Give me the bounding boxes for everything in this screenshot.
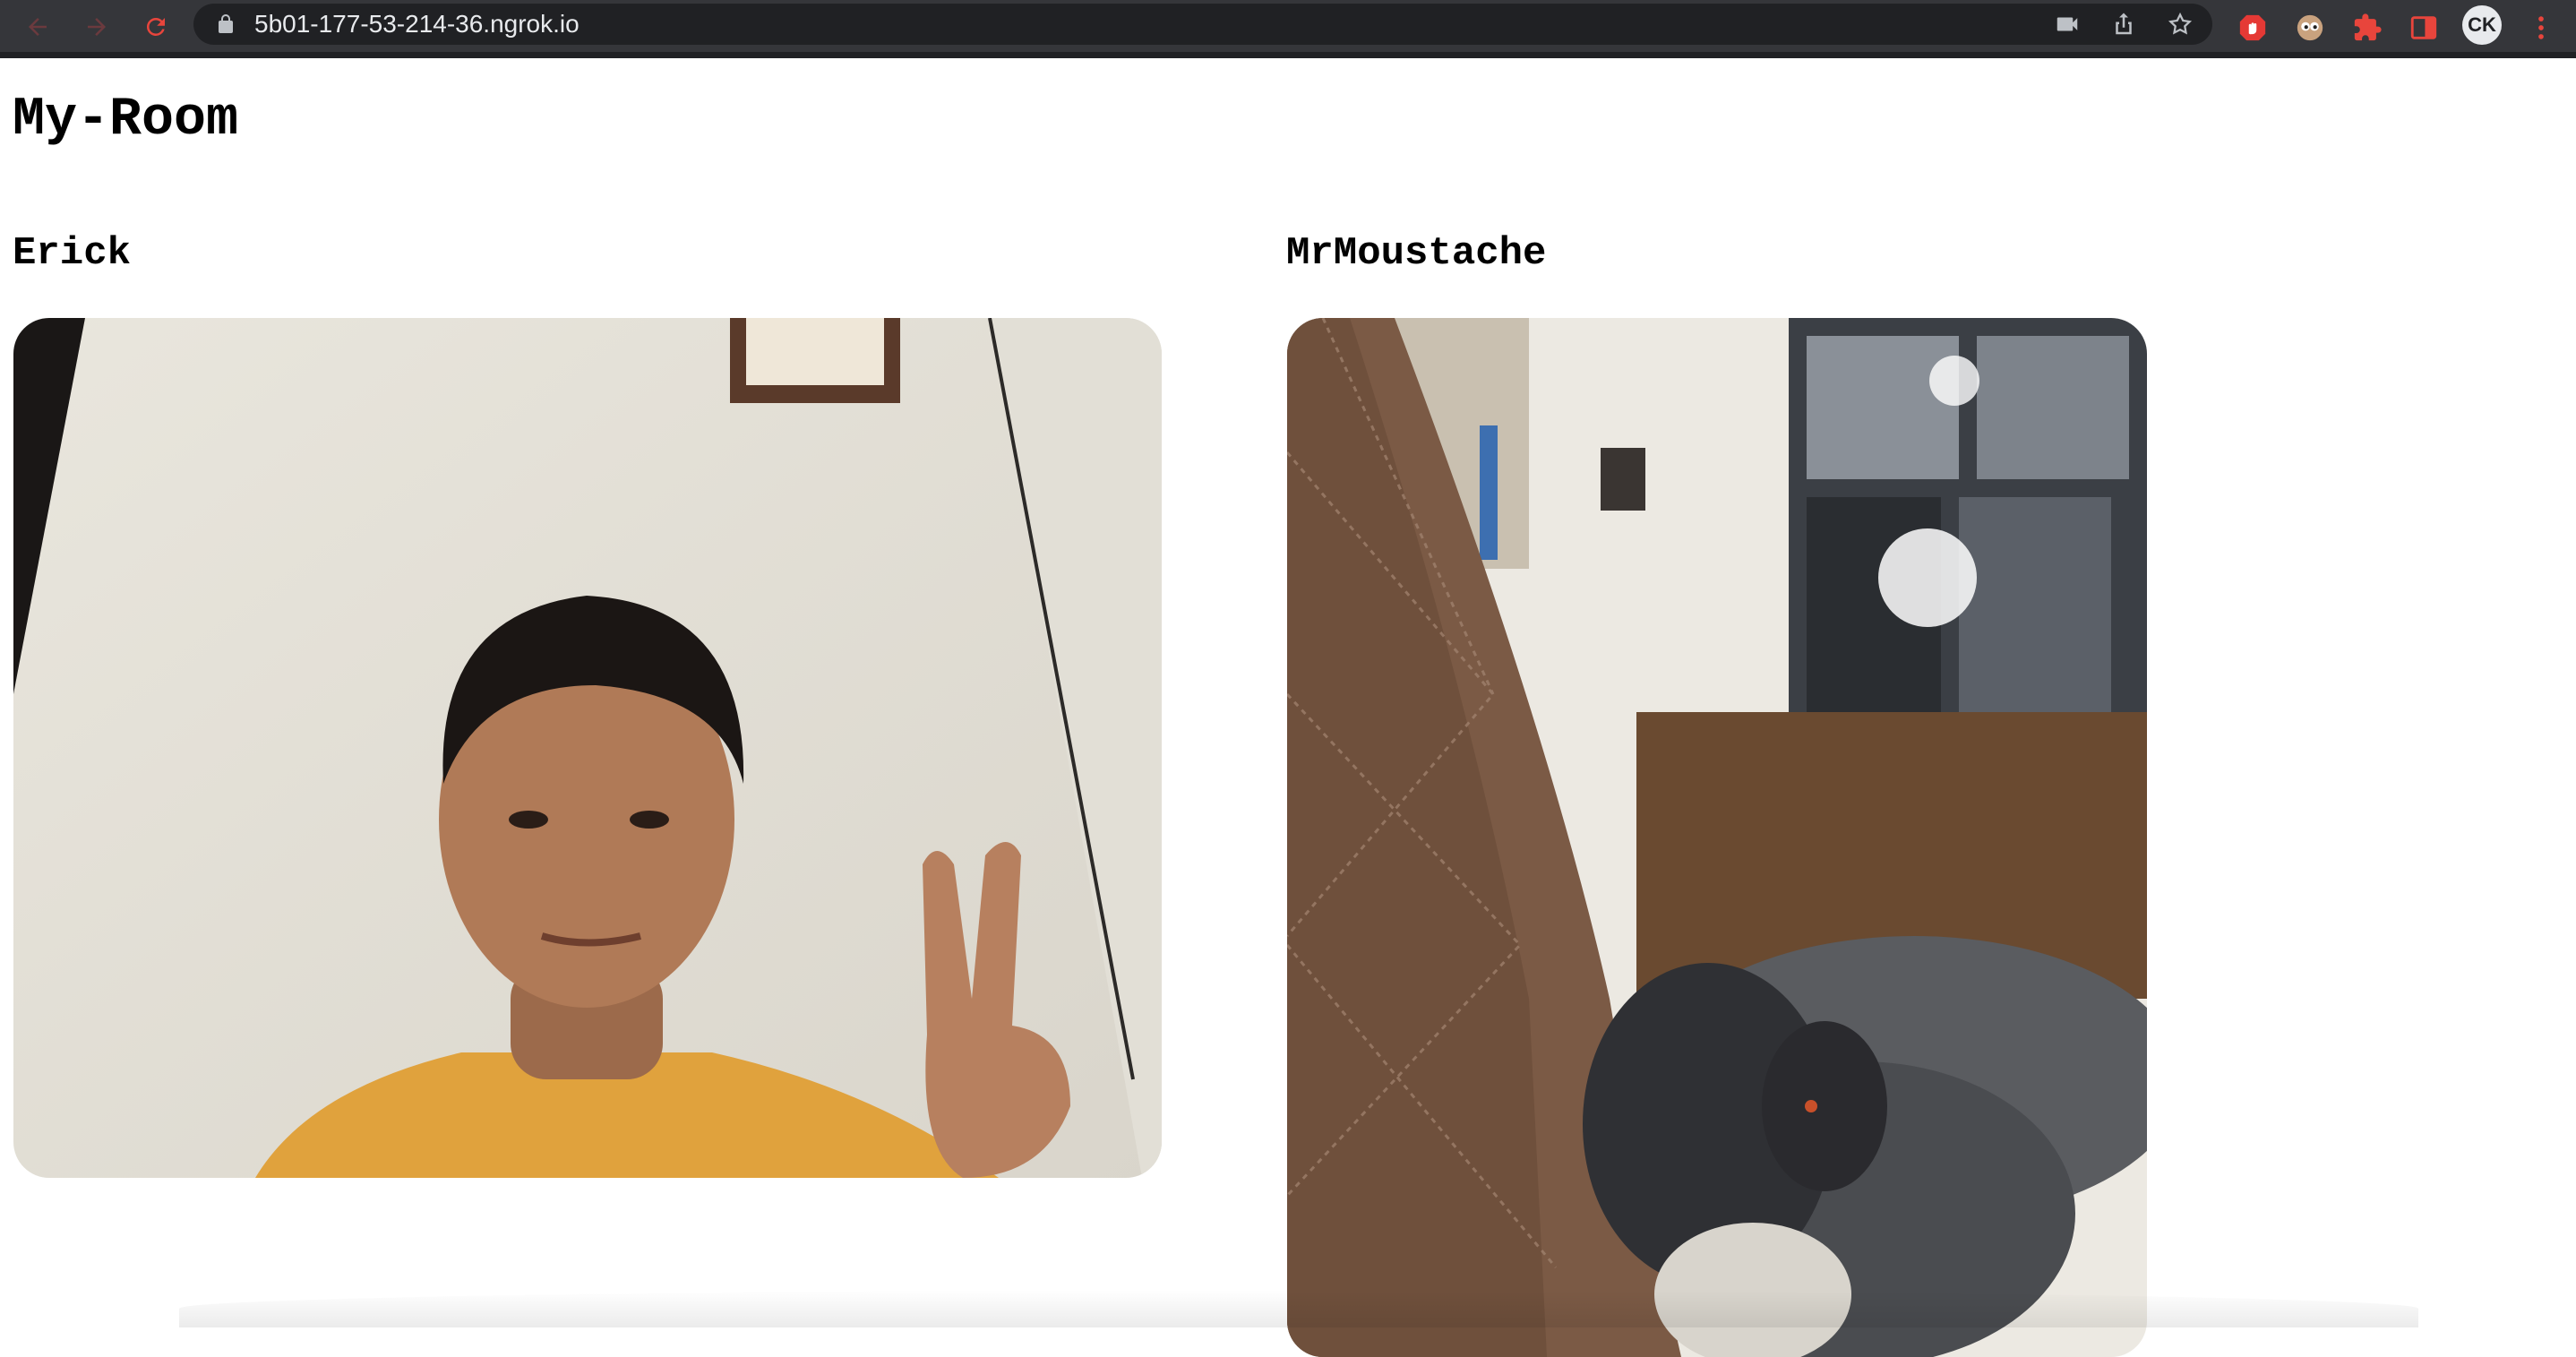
reload-button[interactable] [136,7,176,47]
webcam-feed-dog-icon [1287,318,2147,1357]
eyes-icon [2297,14,2323,41]
side-panel-icon [2410,16,2437,39]
side-panel-button[interactable] [2403,7,2444,48]
video-camera-icon [2057,17,2078,31]
extension-button-1[interactable] [2232,7,2273,48]
extensions-menu-button[interactable] [2347,7,2388,48]
share-icon [2116,13,2132,35]
stop-hand-icon [2239,14,2266,41]
extension-button-2[interactable] [2289,7,2331,48]
window-bottom-shadow [179,1290,2418,1327]
reload-icon [146,17,165,36]
webcam-feed-person-icon [13,318,1162,1178]
lock-icon [219,14,233,33]
video-tile-mrmoustache [1287,318,2147,1357]
back-button[interactable] [18,7,57,47]
peer-name-mrmoustache: MrMoustache [1286,231,1547,276]
url-text[interactable]: 5b01-177-53-214-36.ngrok.io [254,4,580,45]
arrow-left-icon [29,18,47,36]
browser-menu-button[interactable] [2520,7,2562,48]
room-title: My-Room [13,90,239,150]
arrow-right-icon [88,18,106,36]
share-button[interactable] [2109,10,2138,39]
star-icon [2168,12,2193,35]
bookmark-button[interactable] [2166,10,2194,39]
kebab-menu-icon [2538,16,2544,39]
toolbar-divider [0,52,2576,57]
browser-toolbar: 5b01-177-53-214-36.ngrok.io CK [0,0,2576,57]
camera-in-use-button[interactable] [2053,10,2082,39]
profile-avatar[interactable]: CK [2462,5,2502,45]
forward-button[interactable] [77,7,116,47]
address-bar[interactable]: 5b01-177-53-214-36.ngrok.io [193,4,2212,45]
peer-name-erick: Erick [13,231,132,276]
puzzle-icon [2354,13,2382,41]
video-tile-erick [13,318,1162,1178]
